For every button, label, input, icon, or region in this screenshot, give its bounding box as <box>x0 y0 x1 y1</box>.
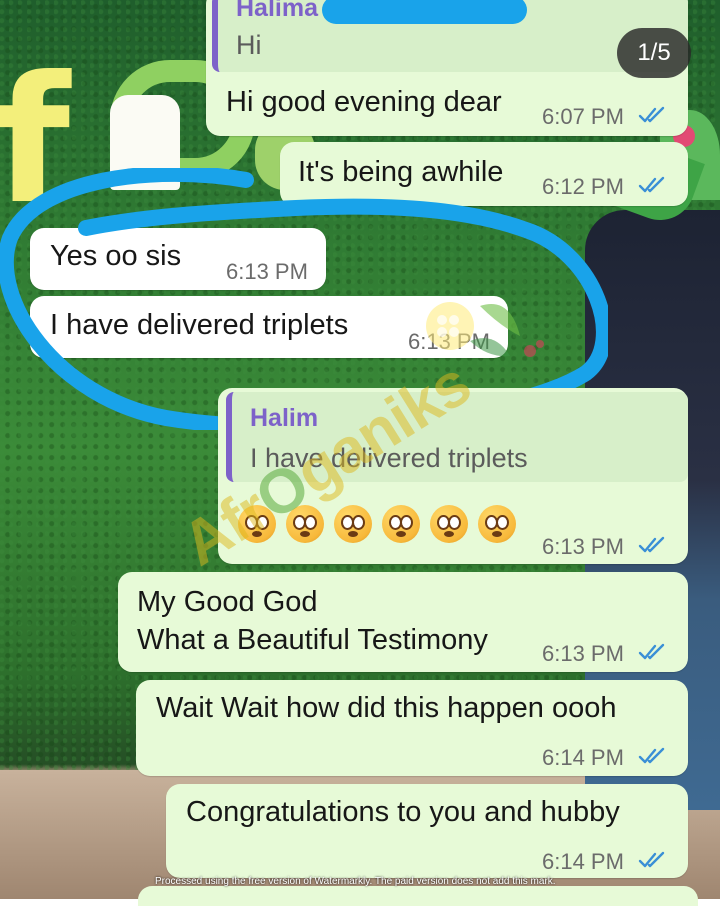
message-text: Wait Wait how did this happen oooh <box>156 692 617 724</box>
quoted-sender-name: Halim <box>250 404 319 432</box>
double-check-icon <box>638 643 665 660</box>
message-time: 6:14 PM <box>542 849 624 874</box>
message-time: 6:07 PM <box>542 104 624 129</box>
double-check-icon <box>638 747 665 764</box>
message-text: Congratulations to you and hubby <box>186 796 620 828</box>
quoted-text: Hi <box>236 30 262 60</box>
double-check-icon <box>638 106 665 123</box>
flushed-face-emoji <box>334 505 372 543</box>
quoted-sender-name: Halima <box>236 0 318 22</box>
message-time: 6:13 PM <box>542 534 624 559</box>
double-check-icon <box>638 536 665 553</box>
redaction-mark <box>322 0 527 24</box>
watermark-footer-note: Processed using the free version of Wate… <box>155 876 556 887</box>
flushed-face-emoji <box>478 505 516 543</box>
message-text-line-2: What a Beautiful Testimony <box>137 624 488 656</box>
next-message-bubble-edge <box>138 886 698 906</box>
message-text-line-1: My Good God <box>137 586 318 618</box>
flushed-face-emoji <box>430 505 468 543</box>
double-check-icon <box>638 176 665 193</box>
flushed-face-emoji <box>382 505 420 543</box>
double-check-icon <box>638 851 665 868</box>
message-time: 6:13 PM <box>542 641 624 666</box>
page-counter: 1/5 <box>617 28 691 78</box>
message-text: Hi good evening dear <box>226 86 502 118</box>
message-time: 6:14 PM <box>542 745 624 770</box>
